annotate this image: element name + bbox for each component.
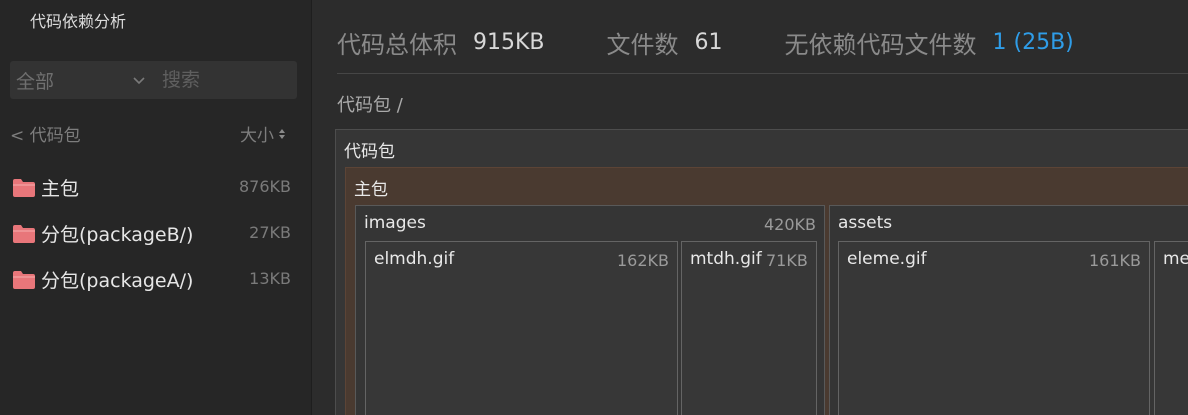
- treemap-size: 162KB: [616, 251, 669, 270]
- scope-select[interactable]: 全部: [16, 61, 152, 99]
- unused-files-label: 无依赖代码文件数: [784, 30, 977, 59]
- sidebar-item-label: 分包(packageB/): [41, 224, 194, 246]
- app-title: 代码依赖分析: [30, 12, 127, 31]
- sidebar: 代码依赖分析 全部 < 代码包 大小 主包 876KB 分包(packageB/…: [0, 0, 312, 415]
- breadcrumb[interactable]: 代码包 /: [337, 91, 403, 117]
- treemap-file-elmdh[interactable]: elmdh.gif 162KB: [365, 241, 678, 415]
- sidebar-item-label: 主包: [41, 178, 80, 200]
- treemap-label: assets: [838, 213, 893, 233]
- treemap-label: me: [1163, 249, 1188, 269]
- treemap-file-me[interactable]: me: [1154, 241, 1188, 415]
- treemap-file-eleme[interactable]: eleme.gif 161KB: [838, 241, 1150, 415]
- sidebar-item-size: 13KB: [249, 269, 291, 288]
- divider: [337, 73, 1188, 74]
- treemap-size: 161KB: [1088, 251, 1141, 270]
- filter-bar: 全部: [10, 61, 297, 99]
- treemap-label: 代码包: [344, 142, 395, 162]
- treemap-file-mtdh[interactable]: mtdh.gif 71KB: [681, 241, 817, 415]
- folder-icon: [13, 179, 35, 197]
- back-to-packages-link[interactable]: < 代码包: [10, 121, 81, 146]
- sidebar-item-package-b[interactable]: 分包(packageB/) 27KB: [0, 213, 311, 253]
- sidebar-item-size: 27KB: [249, 223, 291, 242]
- total-size-value: 915KB: [473, 29, 545, 55]
- treemap-size: 420KB: [763, 215, 816, 234]
- main-panel: 代码总体积 915KB 文件数 61 无依赖代码文件数 1 (25B) 代码包 …: [312, 0, 1188, 415]
- sidebar-item-label: 分包(packageA/): [41, 270, 194, 292]
- search-input[interactable]: [162, 61, 292, 99]
- stats-bar: 代码总体积 915KB 文件数 61 无依赖代码文件数 1 (25B): [337, 22, 1136, 62]
- folder-icon: [13, 225, 35, 243]
- file-count-value: 61: [694, 29, 723, 55]
- sort-icon: [279, 128, 285, 139]
- unused-files-link[interactable]: 1 (25B): [993, 30, 1074, 55]
- folder-icon: [13, 271, 35, 289]
- treemap-label: eleme.gif: [847, 249, 927, 269]
- file-count-label: 文件数: [606, 30, 679, 59]
- total-size-label: 代码总体积: [337, 30, 457, 59]
- sidebar-item-main-package[interactable]: 主包 876KB: [0, 167, 311, 207]
- sort-label: 大小: [240, 126, 274, 146]
- sort-by-size-toggle[interactable]: 大小: [240, 121, 286, 146]
- scope-select-value: 全部: [16, 70, 55, 93]
- sidebar-item-size: 876KB: [238, 177, 291, 196]
- treemap-label: elmdh.gif: [374, 249, 455, 269]
- treemap-label: mtdh.gif: [690, 249, 762, 269]
- treemap-label: 主包: [354, 180, 388, 200]
- treemap-size: 71KB: [766, 251, 808, 270]
- chevron-down-icon: [133, 77, 145, 85]
- treemap-label: images: [364, 213, 426, 233]
- sidebar-item-package-a[interactable]: 分包(packageA/) 13KB: [0, 259, 311, 299]
